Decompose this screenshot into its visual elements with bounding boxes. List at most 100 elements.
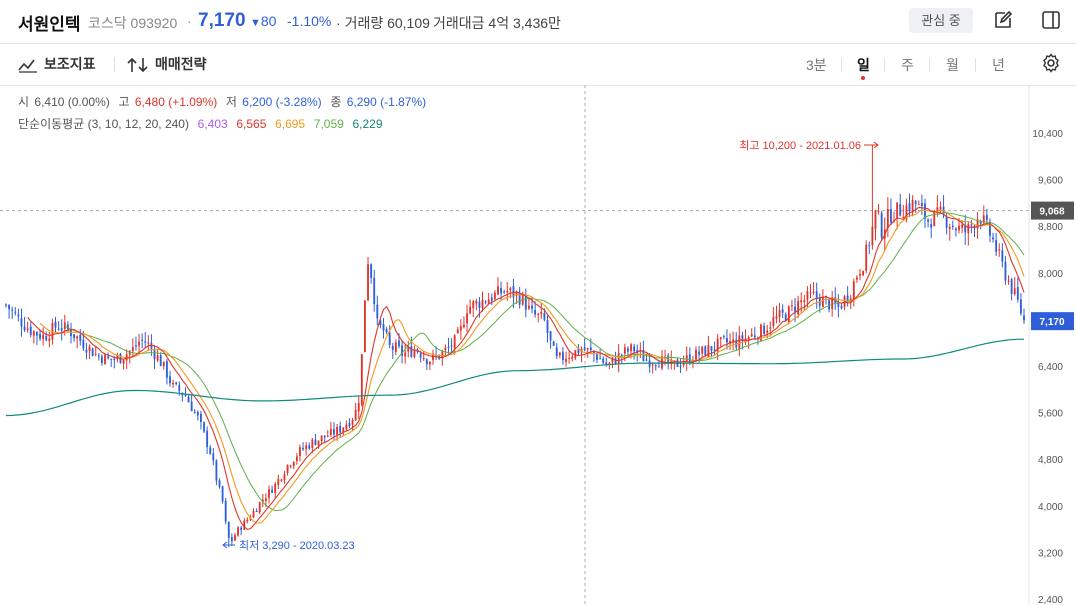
candle-body xyxy=(555,347,558,357)
candle-body xyxy=(778,310,781,317)
candle-body xyxy=(992,237,994,240)
candle-body xyxy=(172,382,175,385)
period-day[interactable]: 일 xyxy=(857,55,870,75)
y-tick-label: 6,400 xyxy=(1038,362,1063,373)
candle-body xyxy=(524,295,527,310)
candle-body xyxy=(144,341,147,343)
candle-body xyxy=(320,435,323,441)
candle-body xyxy=(203,422,205,432)
candle-body xyxy=(908,203,911,212)
strategy-button[interactable]: 매매전략 xyxy=(127,54,207,74)
candle-body xyxy=(859,274,861,276)
candle-body xyxy=(487,299,490,304)
candle-body xyxy=(890,209,892,223)
trade-amount: 거래대금 4억 3,436만 xyxy=(433,15,561,31)
candle-body xyxy=(444,347,447,351)
ma10-line xyxy=(27,206,1025,530)
period-month[interactable]: 월 xyxy=(946,55,959,75)
current-price: 7,170 xyxy=(198,10,246,31)
price-chart[interactable]: 2,4003,2004,0004,8005,6006,4007,2008,000… xyxy=(0,85,1076,605)
candle-body xyxy=(187,396,190,403)
candle-body xyxy=(212,453,215,461)
candle-body xyxy=(503,291,506,293)
candle-body xyxy=(701,346,704,354)
ma20-line xyxy=(64,212,1025,512)
favorite-button[interactable]: 관심 중 xyxy=(909,8,973,33)
candle-body xyxy=(552,341,555,346)
candle-body xyxy=(821,296,824,308)
period-3min[interactable]: 3분 xyxy=(806,55,827,75)
candle-body xyxy=(698,351,701,355)
candle-body xyxy=(388,333,391,345)
candle-body xyxy=(1016,286,1019,300)
candle-body xyxy=(917,203,920,205)
indicator-button[interactable]: 보조지표 xyxy=(18,54,96,74)
candle-body xyxy=(722,336,725,338)
candle-body xyxy=(39,334,41,339)
candle-body xyxy=(175,382,178,385)
candle-body xyxy=(456,329,459,334)
candle-body xyxy=(122,359,125,364)
down-triangle-icon: ▼ xyxy=(250,17,261,29)
candle-body xyxy=(500,288,503,294)
candle-body xyxy=(855,277,858,280)
candle-body xyxy=(704,346,707,356)
candle-body xyxy=(200,413,202,423)
candle-body xyxy=(537,313,540,315)
candle-body xyxy=(104,354,106,365)
candle-body xyxy=(292,461,295,467)
candle-body xyxy=(339,426,342,433)
candle-body xyxy=(348,423,351,427)
candle-body xyxy=(227,521,230,538)
candle-body xyxy=(209,447,212,454)
candle-body xyxy=(376,304,379,319)
candle-body xyxy=(360,354,363,405)
panel-toggle-icon[interactable] xyxy=(1041,10,1061,30)
candle-body xyxy=(970,224,973,226)
candle-body xyxy=(82,339,85,349)
candle-body xyxy=(224,500,227,522)
candle-body xyxy=(726,337,728,343)
candle-body xyxy=(54,321,57,328)
candle-body xyxy=(877,211,880,213)
candle-body xyxy=(165,361,168,378)
candle-body xyxy=(899,204,902,216)
candle-body xyxy=(534,310,537,315)
candle-body xyxy=(206,430,209,447)
candle-body xyxy=(772,317,775,327)
candle-body xyxy=(654,365,657,367)
candle-body xyxy=(930,224,933,228)
candle-body xyxy=(20,318,23,327)
period-year[interactable]: 년 xyxy=(992,55,1005,75)
candle-body xyxy=(398,340,400,347)
edit-icon[interactable] xyxy=(993,10,1013,30)
candle-body xyxy=(954,228,957,231)
candle-body xyxy=(351,419,354,425)
candle-body xyxy=(407,347,410,352)
period-week[interactable]: 주 xyxy=(901,55,914,75)
candle-body xyxy=(685,355,688,362)
candle-body xyxy=(840,306,843,309)
candle-body xyxy=(562,352,564,361)
candle-body xyxy=(391,345,394,351)
candle-body xyxy=(255,511,258,513)
candle-body xyxy=(886,208,889,229)
candle-body xyxy=(1013,288,1016,295)
candle-body xyxy=(914,200,917,204)
candle-body xyxy=(113,358,116,360)
candle-body xyxy=(710,346,713,351)
candle-body xyxy=(323,435,326,438)
gear-icon[interactable] xyxy=(1041,53,1061,73)
candle-body xyxy=(258,502,261,513)
candle-body xyxy=(775,316,778,319)
candle-body xyxy=(769,327,772,329)
candle-body xyxy=(26,328,29,330)
candle-body xyxy=(410,346,413,357)
candle-body xyxy=(459,325,462,331)
indicator-icon xyxy=(18,59,37,73)
candle-body xyxy=(469,306,472,314)
candle-body xyxy=(153,349,156,360)
candle-body xyxy=(419,353,422,358)
candle-body xyxy=(94,353,97,355)
candle-body xyxy=(633,346,636,352)
